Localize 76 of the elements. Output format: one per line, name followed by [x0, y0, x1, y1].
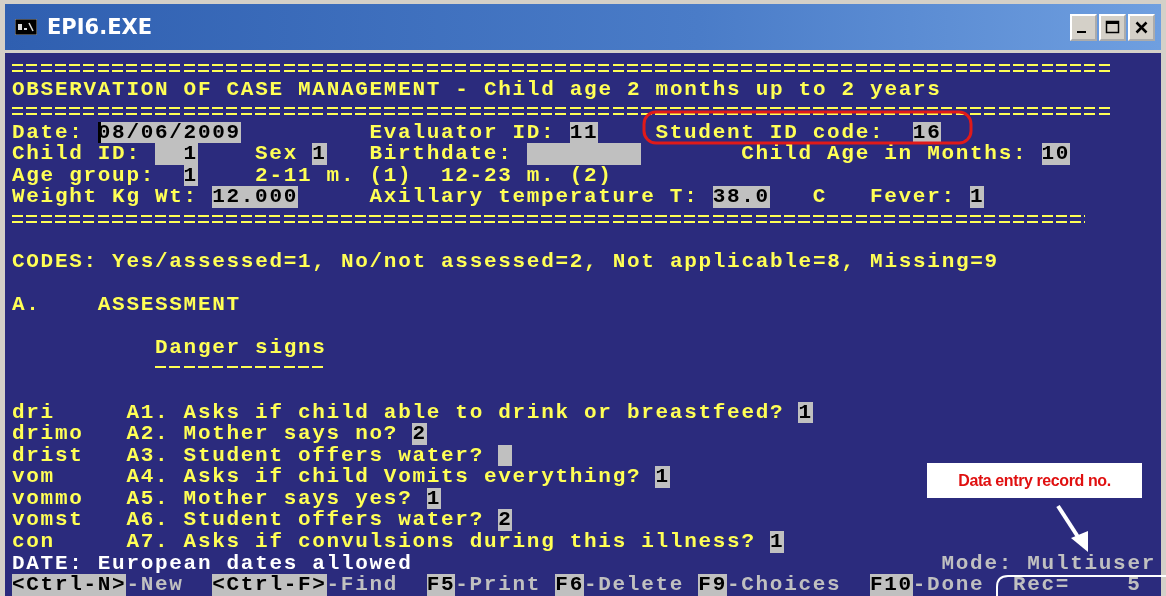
field-label: Sex [255, 143, 298, 165]
mode-indicator: Mode: Multiuser [941, 552, 1156, 575]
answer-field[interactable]: 2 [498, 509, 513, 532]
answer-field[interactable]: 1 [426, 487, 441, 510]
key-action: -Choices [726, 574, 842, 596]
section-heading: ASSESSMENT [97, 294, 241, 316]
window-title: EPI6.EXE [47, 15, 154, 39]
variable-name: drimo [12, 423, 84, 445]
key-action: -New [126, 574, 184, 596]
input-field[interactable]: 1 [970, 186, 985, 208]
subsection-heading: Danger signs [155, 337, 327, 359]
variable-name: dri [12, 401, 55, 424]
field-note: 2-11 m. (1) 12-23 m. (2) [255, 164, 613, 187]
input-field[interactable]: 1 [155, 143, 198, 165]
variable-name: vommo [12, 487, 84, 510]
input-field[interactable]: 1 [312, 143, 327, 165]
field-label: Evaluator ID: [369, 121, 556, 144]
field-label: Child Age in Months: [741, 143, 1028, 165]
field-label: Axillary temperature T: [369, 186, 699, 208]
question-text: A1. Asks if child able to drink or breastfeed? [126, 401, 785, 424]
question-text: A4. Asks if child Vomits everything? [126, 466, 642, 488]
key-label[interactable]: F6 [555, 574, 584, 596]
field-label: Fever: [869, 186, 956, 208]
record-number: 5 [1127, 574, 1142, 596]
key-action: -Delete [583, 574, 685, 596]
question-text: A7. Asks if convulsions during this illness? [126, 531, 756, 553]
input-field[interactable] [526, 143, 642, 165]
input-field[interactable]: 38.0 [712, 186, 770, 208]
field-label: Birthdate: [369, 143, 513, 165]
field-label: Child ID: [12, 143, 141, 165]
question-text: A3. Student offers water? [126, 444, 484, 467]
question-text: A5. Mother says yes? [126, 487, 413, 510]
answer-field[interactable] [498, 444, 513, 467]
question-text: A2. Mother says no? [126, 423, 399, 445]
input-field[interactable]: 08/06/2009 [97, 121, 241, 144]
answer-field[interactable]: 2 [412, 423, 427, 445]
variable-name: drist [12, 444, 84, 467]
input-field[interactable]: 12.000 [212, 186, 298, 208]
input-field[interactable]: 10 [1041, 143, 1071, 165]
variable-name: vom [12, 466, 55, 488]
key-action: -Find [326, 574, 399, 596]
key-label[interactable]: <Ctrl-N> [12, 574, 127, 596]
close-icon [1134, 19, 1149, 35]
section-letter: A. [12, 294, 41, 316]
status-message: DATE: European dates allowed [12, 552, 413, 575]
codes-legend: CODES: Yes/assessed=1, No/not assessed=2, Not applicable=8, Missing=9 [12, 250, 999, 273]
field-label: Student ID code: [655, 121, 885, 144]
key-label[interactable]: <Ctrl-F> [212, 574, 327, 596]
record-label: Rec= [1012, 574, 1071, 596]
key-action: -Print [455, 574, 542, 596]
input-field[interactable]: 11 [569, 121, 599, 144]
input-field[interactable]: 16 [912, 121, 942, 144]
variable-name: con [12, 531, 55, 553]
key-label[interactable]: F9 [698, 574, 727, 596]
maximize-icon [1105, 19, 1120, 35]
answer-field[interactable]: 1 [798, 401, 813, 424]
field-label: Weight Kg Wt: [12, 186, 198, 208]
question-text: A6. Student offers water? [126, 509, 484, 532]
close-button[interactable] [1128, 13, 1155, 41]
answer-field[interactable]: 1 [655, 466, 670, 488]
field-label: Age group: [12, 164, 155, 187]
variable-name: vomst [12, 509, 84, 532]
input-field[interactable]: 1 [183, 164, 198, 187]
minimize-button[interactable] [1070, 13, 1097, 41]
maximize-button[interactable] [1099, 13, 1126, 41]
answer-field[interactable]: 1 [769, 531, 785, 553]
key-label[interactable]: F5 [426, 574, 456, 596]
minimize-icon [1077, 30, 1086, 34]
key-label[interactable]: F10 [869, 574, 913, 596]
field-label: Date: [12, 121, 84, 144]
form-title: OBSERVATION OF CASE MANAGEMENT - Child age 2 months up to 2 years [12, 78, 942, 101]
callout-label: Data entry record no. [927, 463, 1142, 498]
key-action: -Done [912, 574, 985, 596]
pointer-arrow [1056, 504, 1088, 552]
console-icon [15, 19, 37, 35]
field-note: C [812, 186, 828, 208]
